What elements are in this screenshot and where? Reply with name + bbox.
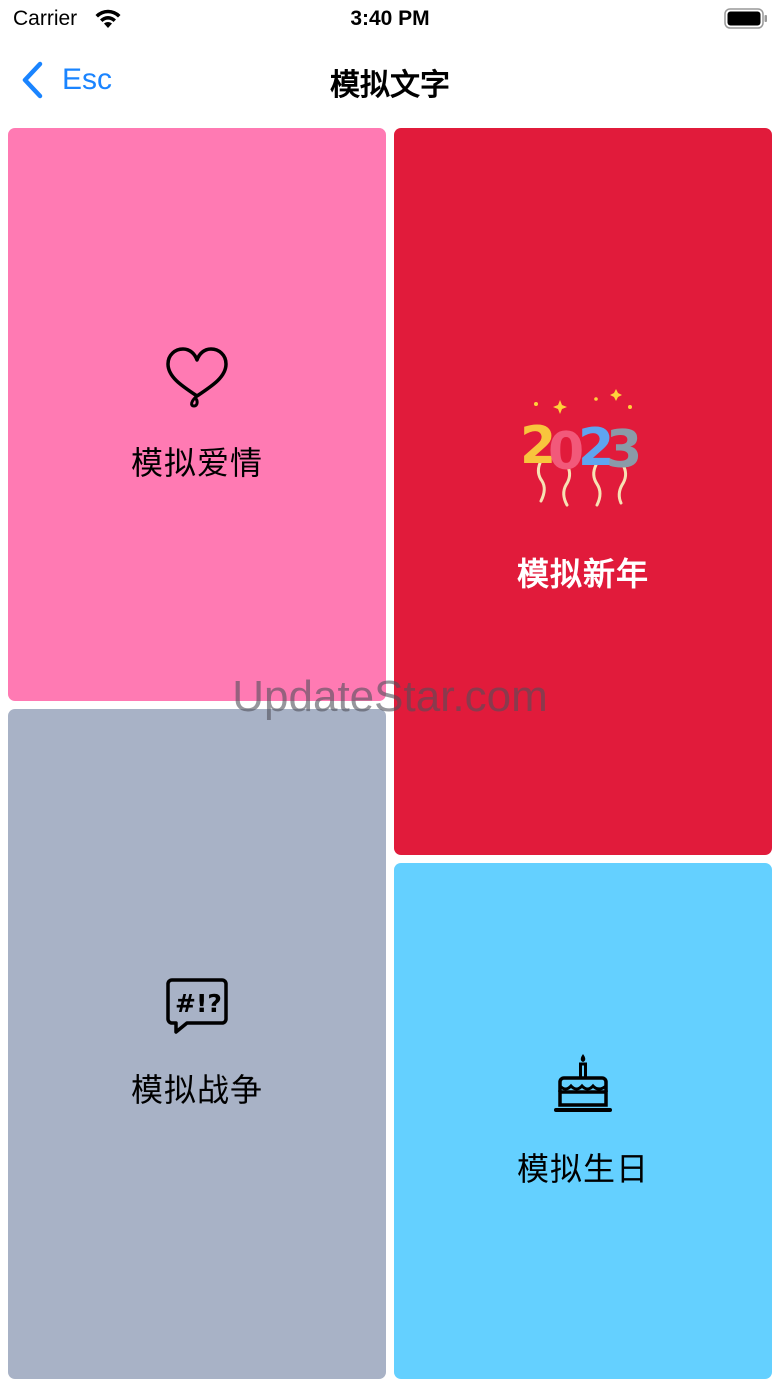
birthday-cake-icon xyxy=(554,1054,612,1112)
card-newyear[interactable]: 2 0 2 3 模拟新年 xyxy=(394,128,772,855)
heart-icon xyxy=(166,346,228,408)
card-birthday-label: 模拟生日 xyxy=(516,1151,649,1187)
card-war-label: 模拟战争 xyxy=(130,1072,263,1108)
navigation-bar: Esc 模拟文字 xyxy=(0,40,780,122)
card-love[interactable]: 模拟爱情 xyxy=(8,128,386,701)
battery-icon xyxy=(724,8,767,29)
card-war[interactable]: #!? 模拟战争 xyxy=(8,709,386,1379)
page-title: 模拟文字 xyxy=(330,69,450,102)
card-birthday[interactable]: 模拟生日 xyxy=(394,863,772,1379)
svg-text:#!?: #!? xyxy=(175,989,222,1018)
status-time: 3:40 PM xyxy=(350,7,430,30)
card-love-label: 模拟爱情 xyxy=(130,444,263,481)
swearing-speech-bubble-icon: #!? xyxy=(166,978,228,1034)
status-bar: Carrier 3:40 PM xyxy=(0,0,780,40)
balloons-2023-icon: 2 0 2 3 xyxy=(520,388,642,506)
svg-text:3: 3 xyxy=(606,420,642,480)
card-newyear-label: 模拟新年 xyxy=(516,555,649,592)
